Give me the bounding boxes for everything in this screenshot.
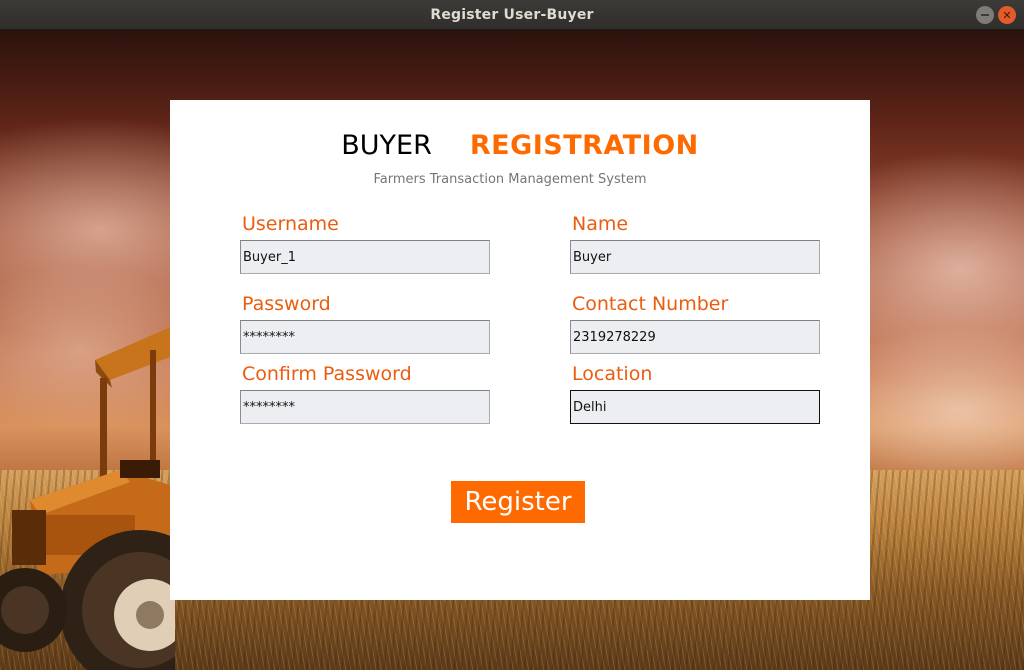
register-button[interactable]: Register: [451, 481, 585, 523]
app-subtitle: Farmers Transaction Management System: [373, 172, 647, 187]
close-button[interactable]: ✕: [998, 6, 1016, 24]
minimize-icon: [981, 14, 989, 16]
confirm-password-label: Confirm Password: [242, 363, 412, 385]
window-title: Register User-Buyer: [430, 6, 594, 23]
password-label: Password: [242, 293, 331, 315]
tractor-image: [0, 325, 175, 670]
location-input[interactable]: [570, 390, 820, 424]
title-bar[interactable]: Register User-Buyer ✕: [0, 0, 1024, 30]
username-label: Username: [242, 213, 339, 235]
name-input[interactable]: [570, 240, 820, 274]
registration-panel: BUYER REGISTRATION Farmers Transaction Ma…: [170, 100, 870, 600]
confirm-password-input[interactable]: [240, 390, 490, 424]
page-title: BUYER REGISTRATION: [170, 130, 870, 161]
username-input[interactable]: [240, 240, 490, 274]
name-label: Name: [572, 213, 629, 235]
title-registration: REGISTRATION: [469, 130, 699, 161]
contact-number-input[interactable]: [570, 320, 820, 354]
password-input[interactable]: [240, 320, 490, 354]
close-icon: ✕: [1002, 8, 1012, 22]
title-buyer: BUYER: [341, 130, 432, 161]
minimize-button[interactable]: [976, 6, 994, 24]
contact-number-label: Contact Number: [572, 293, 729, 315]
window-controls: ✕: [976, 6, 1016, 24]
location-label: Location: [572, 363, 653, 385]
app-window: Register User-Buyer ✕ BUYER REGISTRATION…: [0, 0, 1024, 670]
